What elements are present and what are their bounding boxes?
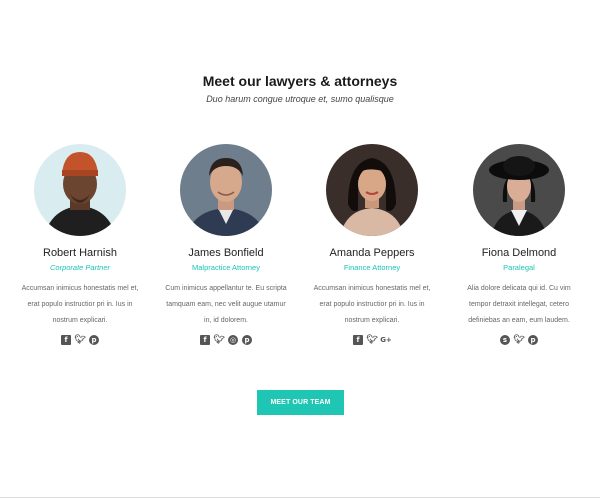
section-subtitle: Duo harum congue utroque et, sumo qualis… [206, 94, 394, 104]
member-bio: Cum inimicus appellantur te. Eu scripta … [165, 285, 287, 324]
twitter-icon[interactable]: 🐦︎ [74, 335, 85, 345]
team-member-card: Amanda Peppers Finance Attorney Accumsan… [302, 144, 442, 345]
member-bio: Accumsan inimicus honestatis mel et, era… [21, 285, 139, 324]
social-links: f 🐦︎ p [10, 335, 150, 345]
member-role: Finance Attorney [343, 263, 401, 272]
member-photo [34, 144, 126, 236]
team-member-card: Robert Harnish Corporate Partner Accumsa… [10, 144, 150, 345]
member-name: Amanda Peppers [329, 247, 415, 259]
facebook-icon[interactable]: f [61, 335, 71, 345]
team-member-card: Fiona Delmond Paralegal Alia dolore deli… [449, 144, 589, 345]
twitter-icon[interactable]: 🐦︎ [513, 335, 524, 345]
meet-our-team-button[interactable]: MEET OUR TEAM [257, 390, 344, 415]
team-member-card: James Bonfield Malpractice Attorney Cum … [156, 144, 296, 345]
member-bio: Alia dolore delicata qui id. Cu vim temp… [467, 285, 571, 324]
member-role: Corporate Partner [49, 263, 111, 272]
member-photo [473, 144, 565, 236]
skype-icon[interactable]: s [500, 335, 510, 345]
instagram-icon[interactable]: ◎ [228, 335, 238, 345]
divider [0, 497, 600, 498]
team-grid: Robert Harnish Corporate Partner Accumsa… [0, 144, 600, 384]
member-name: James Bonfield [188, 247, 264, 259]
member-bio: Accumsan inimicus honestatis mel et, era… [313, 285, 431, 324]
google-plus-icon[interactable]: G+ [380, 335, 392, 345]
social-links: s 🐦︎ p [449, 335, 589, 345]
pinterest-icon[interactable]: p [242, 335, 252, 345]
member-role: Malpractice Attorney [192, 263, 260, 272]
facebook-icon[interactable]: f [353, 335, 363, 345]
pinterest-icon[interactable]: p [89, 335, 99, 345]
member-role: Paralegal [503, 263, 535, 272]
member-photo [326, 144, 418, 236]
pinterest-icon[interactable]: p [528, 335, 538, 345]
section-title: Meet our lawyers & attorneys [202, 73, 398, 89]
facebook-icon[interactable]: f [200, 335, 210, 345]
social-links: f 🐦︎ ◎ p [156, 335, 296, 345]
member-name: Robert Harnish [43, 247, 117, 259]
social-links: f 🐦︎ G+ [302, 335, 442, 345]
member-photo [180, 144, 272, 236]
member-name: Fiona Delmond [481, 247, 557, 259]
twitter-icon[interactable]: 🐦︎ [213, 335, 224, 345]
twitter-icon[interactable]: 🐦︎ [366, 335, 377, 345]
